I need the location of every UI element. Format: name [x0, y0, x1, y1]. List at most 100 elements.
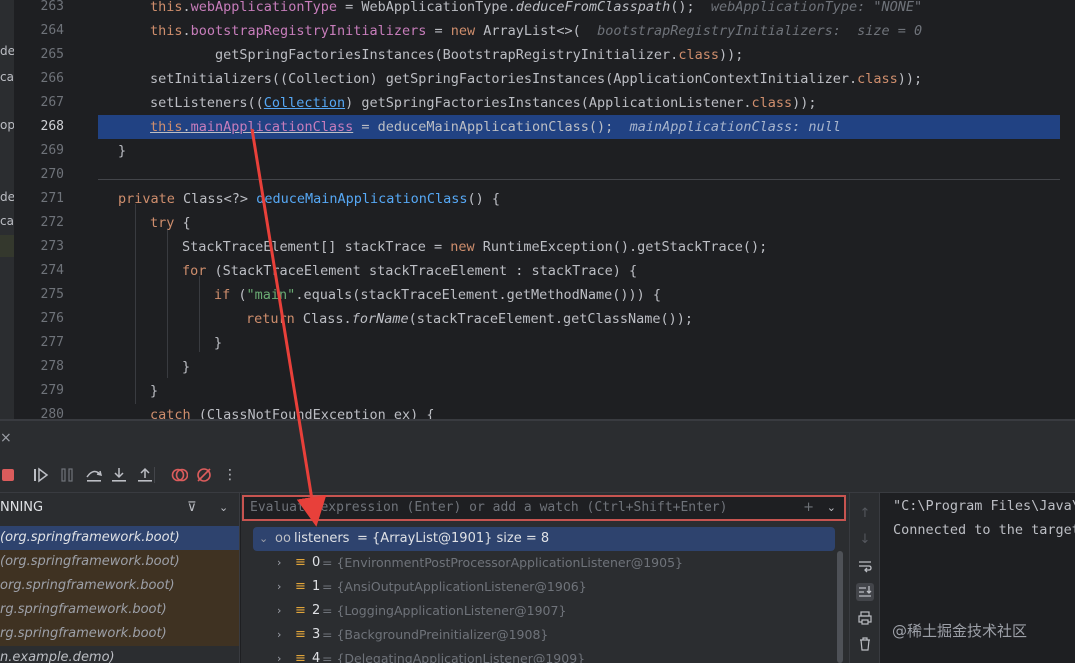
code-line-current[interactable]: 268 this.mainApplicationClass = deduceMai…	[14, 115, 1075, 139]
chevron-right-icon[interactable]: ›	[277, 575, 281, 599]
console-side-toolbar: ↑ ↓	[849, 493, 880, 663]
code-token: stackTrace	[344, 239, 426, 255]
code-token: }	[214, 335, 223, 351]
watch-row-child[interactable]: › ≡ 4 = {DelegatingApplicationListener@190…	[251, 647, 836, 663]
code-text: if ("main".equals(stackTraceElement.getM…	[214, 283, 1075, 307]
code-line[interactable]: 264 this.bootstrapRegistryInitializers = …	[14, 19, 1075, 43]
code-token: deduceMainApplicationClass	[256, 191, 468, 207]
code-line[interactable]: 274 for (StackTraceElement stackTraceElem…	[14, 259, 1075, 283]
line-number[interactable]: 269	[14, 139, 64, 163]
chevron-down-icon[interactable]: ⌄	[259, 527, 268, 551]
code-line[interactable]: 263 this.webApplicationType = WebApplicat…	[14, 0, 1075, 19]
stack-frame[interactable]: rg.springframework.boot)	[0, 622, 239, 646]
line-number[interactable]: 272	[14, 211, 64, 235]
code-line[interactable]: 278}	[14, 355, 1075, 379]
line-number[interactable]: 280	[14, 403, 64, 420]
chevron-right-icon[interactable]: ›	[277, 599, 281, 623]
code-line[interactable]: 267 setListeners((Collection) getSpringFa…	[14, 91, 1075, 115]
step-out-icon[interactable]	[136, 466, 154, 484]
line-number[interactable]: 273	[14, 235, 64, 259]
code-token: "main"	[246, 287, 296, 303]
up-arrow-icon[interactable]: ↑	[856, 505, 874, 523]
stack-frame[interactable]: rg.springframework.boot)	[0, 598, 239, 622]
code-line[interactable]: 270	[14, 163, 1075, 187]
stack-frame[interactable]: (org.springframework.boot)	[0, 526, 239, 550]
line-number[interactable]: 277	[14, 331, 64, 355]
add-watch-icon[interactable]: +	[803, 497, 814, 519]
line-number[interactable]: 276	[14, 307, 64, 331]
code-token: setListeners((	[150, 95, 264, 111]
code-line[interactable]: 275 if ("main".equals(stackTraceElement.g…	[14, 283, 1075, 307]
down-arrow-icon[interactable]: ↓	[856, 531, 874, 549]
line-number[interactable]: 271	[14, 187, 64, 211]
watch-row-root[interactable]: ⌄ oo listeners = {ArrayList@1901} size =…	[253, 527, 835, 551]
code-line[interactable]: 279}	[14, 379, 1075, 403]
scroll-to-end-icon[interactable]	[856, 583, 874, 601]
more-icon[interactable]: ⋮	[221, 466, 239, 484]
code-line[interactable]: 280 catch (ClassNotFoundException ex) {	[14, 403, 1075, 420]
watch-row-child[interactable]: › ≡ 2 = {LoggingApplicationListener@1907}	[251, 599, 836, 623]
line-number[interactable]: 268	[14, 115, 64, 139]
soft-wrap-icon[interactable]	[856, 557, 874, 575]
stack-frame[interactable]: (org.springframework.boot)	[0, 550, 239, 574]
code-token: forName	[351, 311, 409, 327]
view-breakpoints-icon[interactable]	[170, 466, 189, 484]
line-number[interactable]: 267	[14, 91, 64, 115]
code-text: return Class.forName(stackTraceElement.g…	[246, 307, 1075, 331]
line-number[interactable]: 265	[14, 43, 64, 67]
resume-icon[interactable]	[32, 466, 50, 484]
watch-row-child[interactable]: › ≡ 0 = {EnvironmentPostProcessorApplicati…	[251, 551, 836, 575]
watch-value: = {ArrayList@1901} size = 8	[357, 531, 550, 546]
chevron-right-icon[interactable]: ›	[277, 551, 281, 575]
line-number[interactable]: 264	[14, 19, 64, 43]
thread-selector[interactable]: NNING ⊽ ⌄	[0, 493, 240, 523]
chevron-right-icon[interactable]: ›	[277, 647, 281, 663]
chevron-down-icon[interactable]: ⌄	[219, 493, 228, 523]
stop-icon[interactable]	[2, 469, 14, 481]
line-number[interactable]: 266	[14, 67, 64, 91]
pause-icon[interactable]	[58, 466, 76, 484]
evaluate-expression-input[interactable]: Evaluate expression (Enter) or add a wat…	[242, 495, 846, 521]
code-token: ();	[670, 0, 711, 15]
stack-frame[interactable]: org.springframework.boot)	[0, 574, 239, 598]
code-line[interactable]: 277}	[14, 331, 1075, 355]
watch-glasses-icon: oo	[275, 531, 291, 546]
code-token: = deduceMainApplicationClass();	[353, 119, 630, 135]
watch-scrollbar[interactable]	[837, 551, 843, 663]
code-editor[interactable]: de ca op de ca 263 this.webApplicationTyp…	[0, 0, 1075, 420]
line-number[interactable]: 270	[14, 163, 64, 187]
line-number[interactable]: 278	[14, 355, 64, 379]
trash-icon[interactable]	[856, 635, 874, 653]
step-over-icon[interactable]	[85, 466, 103, 484]
code-line[interactable]: 271 private Class<?> deduceMainApplicatio…	[14, 187, 1075, 211]
watch-child-value: = {DelegatingApplicationListener@1909}	[322, 651, 586, 663]
code-token: for	[182, 263, 215, 279]
chevron-right-icon[interactable]: ›	[277, 623, 281, 647]
code-line[interactable]: 269}	[14, 139, 1075, 163]
project-fragment: op	[0, 118, 14, 132]
watch-row-child[interactable]: › ≡ 3 = {BackgroundPreinitializer@1908}	[251, 623, 836, 647]
filter-icon[interactable]: ⊽	[187, 493, 197, 523]
code-line[interactable]: 266 setInitializers((Collection) getSprin…	[14, 67, 1075, 91]
print-icon[interactable]	[856, 609, 874, 627]
code-text: }	[118, 139, 1075, 163]
line-number[interactable]: 263	[14, 0, 64, 19]
code-token: this	[150, 119, 183, 135]
line-number[interactable]: 274	[14, 259, 64, 283]
chevron-down-icon[interactable]: ⌄	[827, 497, 836, 519]
code-line[interactable]: 273 StackTraceElement[] stackTrace = new …	[14, 235, 1075, 259]
code-token: ) getSpringFactoriesInstances(Applicatio…	[345, 95, 752, 111]
line-number[interactable]: 279	[14, 379, 64, 403]
stack-frame[interactable]: n.example.demo)	[0, 646, 239, 663]
watch-child-index: 3	[312, 627, 321, 642]
code-line[interactable]: 276 return Class.forName(stackTraceElemen…	[14, 307, 1075, 331]
code-line[interactable]: 272 try {	[14, 211, 1075, 235]
line-number[interactable]: 275	[14, 283, 64, 307]
mute-breakpoints-icon[interactable]	[195, 466, 213, 484]
code-token: bootstrapRegistryInitializers: size = 0	[597, 23, 923, 39]
close-icon[interactable]: ×	[0, 430, 12, 446]
code-token: .	[182, 119, 191, 135]
step-into-icon[interactable]	[110, 466, 128, 484]
code-line[interactable]: 265 getSpringFactoriesInstances(Bootstra…	[14, 43, 1075, 67]
watch-row-child[interactable]: › ≡ 1 = {AnsiOutputApplicationListener@190…	[251, 575, 836, 599]
